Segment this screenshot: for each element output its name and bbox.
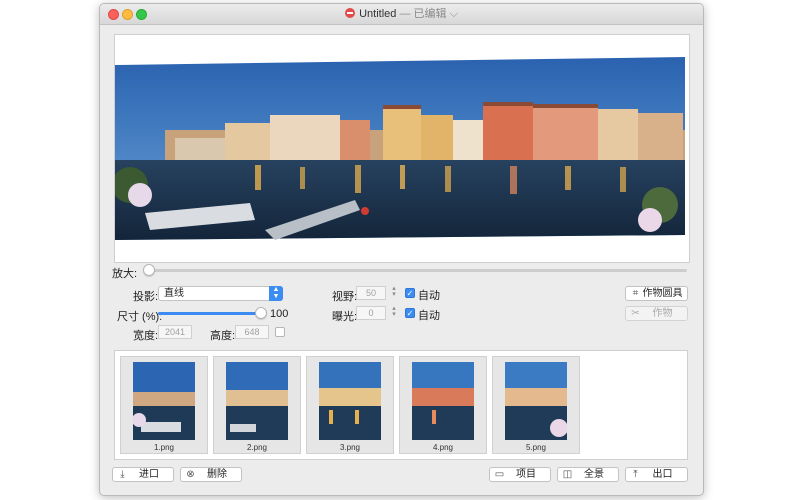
zoom-slider-knob[interactable] (143, 264, 155, 276)
crop-tool-button[interactable]: ⌗ 作物圆具 (625, 286, 688, 301)
crop-tool-button-label: 作物圆具 (642, 288, 683, 299)
thumbnail-image (226, 362, 288, 440)
fov-auto-checkbox[interactable]: ✓ (405, 288, 415, 298)
exposure-auto-label: 自动 (418, 310, 440, 322)
fov-label: 视野: (332, 291, 358, 303)
app-window: Untitled — 已编辑 ⌵ 放大: 投影: 直线 ▲ ▼ 尺寸 (%): … (99, 3, 704, 496)
size-value: 100 (270, 308, 289, 320)
width-label: 宽度: (133, 330, 159, 342)
thumbnail-image (319, 362, 381, 440)
chevron-updown-icon: ▲ ▼ (269, 286, 283, 301)
projection-select[interactable]: 直线 ▲ ▼ (158, 286, 283, 301)
fov-field[interactable]: 50 (356, 286, 386, 300)
thumbnail-label: 3.png (339, 443, 361, 452)
thumbnail-label: 4.png (432, 443, 454, 452)
export-button-label: 出口 (652, 469, 673, 480)
delete-button[interactable]: ⊗ 删除 (180, 467, 242, 482)
panorama-image (115, 57, 685, 240)
chevron-down-icon[interactable]: ⌵ (450, 8, 458, 20)
zoom-slider[interactable] (143, 264, 687, 276)
window-title[interactable]: Untitled — 已编辑 ⌵ (100, 4, 703, 24)
thumbnail-item[interactable]: 3.png (306, 356, 394, 454)
project-button-label: 项目 (516, 469, 536, 480)
crop-button[interactable]: ✂ 作物 (625, 306, 688, 321)
projection-value: 直线 (164, 288, 184, 299)
thumbnail-label: 1.png (153, 443, 175, 452)
document-icon (345, 8, 356, 18)
thumbnail-item[interactable]: 5.png (492, 356, 580, 454)
thumbnail-item[interactable]: 2.png (213, 356, 301, 454)
panorama-button[interactable]: ◫ 全景 (557, 467, 619, 482)
edited-status: — 已编辑 (399, 8, 447, 20)
height-label: 高度: (210, 330, 236, 342)
panorama-button-label: 全景 (584, 469, 604, 480)
title-bar: Untitled — 已编辑 ⌵ (100, 4, 703, 25)
exposure-label: 曝光: (332, 311, 358, 323)
export-button[interactable]: ⤒ 出口 (625, 467, 688, 482)
thumbnail-image (133, 362, 195, 440)
project-button[interactable]: ▭ 项目 (489, 467, 551, 482)
exposure-stepper[interactable]: ▴ ▾ (390, 305, 398, 320)
fov-stepper[interactable]: ▴ ▾ (390, 285, 398, 300)
size-label: 尺寸 (%): (117, 311, 163, 323)
width-field[interactable]: 2041 (158, 325, 192, 339)
size-slider[interactable] (158, 312, 262, 315)
thumbnail-image (412, 362, 474, 440)
lock-aspect-checkbox[interactable] (275, 327, 285, 337)
exposure-field[interactable]: 0 (356, 306, 386, 320)
fov-auto-label: 自动 (418, 290, 440, 302)
thumbnail-label: 5.png (525, 443, 547, 452)
delete-button-label: 删除 (207, 469, 227, 480)
thumbnail-item[interactable]: 4.png (399, 356, 487, 454)
height-field[interactable]: 648 (235, 325, 269, 339)
thumbnail-label: 2.png (246, 443, 268, 452)
zoom-label: 放大: (112, 268, 138, 280)
size-slider-knob[interactable] (255, 307, 267, 319)
thumbnail-strip[interactable]: 1.png 2.png 3.png 4.png 5.png (114, 350, 688, 460)
import-button[interactable]: ⤓ 进口 (112, 467, 174, 482)
crop-button-label: 作物 (652, 308, 673, 319)
thumbnail-item[interactable]: 1.png (120, 356, 208, 454)
panorama-preview[interactable] (114, 34, 690, 263)
window-title-text: Untitled (359, 8, 397, 20)
projection-label: 投影: (133, 291, 159, 303)
thumbnail-image (505, 362, 567, 440)
exposure-auto-checkbox[interactable]: ✓ (405, 308, 415, 318)
import-button-label: 进口 (139, 469, 159, 480)
